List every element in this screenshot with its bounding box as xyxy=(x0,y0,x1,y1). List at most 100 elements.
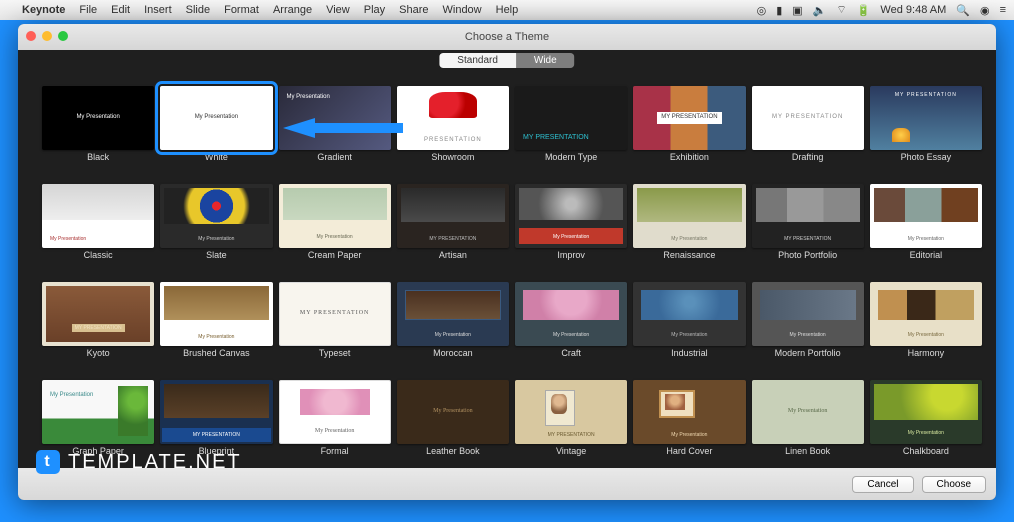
menu-window[interactable]: Window xyxy=(443,4,482,16)
theme-harmony[interactable]: My PresentationHarmony xyxy=(870,282,982,372)
theme-inner-title: My Presentation xyxy=(669,430,709,440)
theme-modern-portfolio[interactable]: My PresentationModern Portfolio xyxy=(752,282,864,372)
theme-thumbnail[interactable]: My Presentation xyxy=(870,380,982,444)
volume-icon[interactable]: 🔈 xyxy=(813,4,827,17)
theme-thumbnail[interactable]: MY PRESENTATION xyxy=(515,380,627,444)
battery-icon[interactable]: ▮ xyxy=(776,4,782,17)
theme-thumbnail[interactable]: My Presentation xyxy=(279,380,391,444)
theme-modern-type[interactable]: MY PRESENTATION Modern Type xyxy=(515,86,627,176)
theme-exhibition[interactable]: MY PRESENTATIONExhibition xyxy=(633,86,745,176)
theme-thumbnail[interactable]: MY PRESENTATION xyxy=(397,184,509,248)
theme-thumbnail[interactable]: MY PRESENTATION xyxy=(42,282,154,346)
menu-help[interactable]: Help xyxy=(496,4,519,16)
theme-thumbnail[interactable]: My Presentation xyxy=(42,184,154,248)
theme-thumbnail[interactable]: My Presentation xyxy=(160,282,272,346)
theme-black[interactable]: My PresentationBlack xyxy=(42,86,154,176)
theme-thumbnail[interactable]: My Presentation xyxy=(160,184,272,248)
theme-editorial[interactable]: My PresentationEditorial xyxy=(870,184,982,274)
menu-insert[interactable]: Insert xyxy=(144,4,172,16)
theme-typeset[interactable]: MY PRESENTATIONTypeset xyxy=(279,282,391,372)
theme-linen-book[interactable]: My PresentationLinen Book xyxy=(752,380,864,466)
theme-chalkboard[interactable]: My PresentationChalkboard xyxy=(870,380,982,466)
theme-inner-title: My Presentation xyxy=(906,428,946,438)
segment-standard[interactable]: Standard xyxy=(439,53,516,68)
theme-thumbnail[interactable]: My Presentation xyxy=(42,380,154,444)
theme-thumbnail[interactable]: My Presentation xyxy=(752,380,864,444)
spotlight-icon[interactable]: 🔍 xyxy=(956,4,970,17)
theme-leather-book[interactable]: My PresentationLeather Book xyxy=(397,380,509,466)
theme-vintage[interactable]: MY PRESENTATION Vintage xyxy=(515,380,627,466)
theme-craft[interactable]: My PresentationCraft xyxy=(515,282,627,372)
theme-name-label: Vintage xyxy=(556,446,586,456)
theme-artisan[interactable]: MY PRESENTATIONArtisan xyxy=(397,184,509,274)
theme-slate[interactable]: My Presentation Slate xyxy=(160,184,272,274)
theme-name-label: Slate xyxy=(206,250,227,260)
theme-thumbnail[interactable]: MY PRESENTATION xyxy=(752,86,864,150)
theme-thumbnail[interactable]: MY PRESENTATION xyxy=(870,86,982,150)
close-icon[interactable] xyxy=(26,31,36,41)
theme-inner-title: My Presentation xyxy=(48,390,95,401)
theme-photo-portfolio[interactable]: MY PRESENTATIONPhoto Portfolio xyxy=(752,184,864,274)
zoom-icon[interactable] xyxy=(58,31,68,41)
monitor-icon[interactable]: ▣ xyxy=(792,4,802,17)
theme-thumbnail[interactable]: My PresentationWhite xyxy=(160,86,272,150)
theme-thumbnail[interactable]: MY PRESENTATION xyxy=(633,86,745,150)
theme-thumbnail[interactable]: My Presentation xyxy=(633,380,745,444)
theme-moroccan[interactable]: My PresentationMoroccan xyxy=(397,282,509,372)
theme-kyoto[interactable]: MY PRESENTATIONKyoto xyxy=(42,282,154,372)
menu-edit[interactable]: Edit xyxy=(111,4,130,16)
theme-showroom[interactable]: PRESENTATIONShowroom xyxy=(397,86,509,176)
theme-hard-cover[interactable]: My PresentationHard Cover xyxy=(633,380,745,466)
theme-thumbnail[interactable]: My Presentation xyxy=(515,184,627,248)
theme-classic[interactable]: My PresentationClassic xyxy=(42,184,154,274)
theme-inner-title: My Presentation xyxy=(433,330,473,340)
theme-white[interactable]: My PresentationWhiteWhite xyxy=(160,86,272,176)
theme-thumbnail[interactable]: My Presentation xyxy=(42,86,154,150)
theme-renaissance[interactable]: My PresentationRenaissance xyxy=(633,184,745,274)
choose-button[interactable]: Choose xyxy=(922,476,986,493)
theme-brushed-canvas[interactable]: My PresentationBrushed Canvas xyxy=(160,282,272,372)
theme-thumbnail[interactable]: My Presentation xyxy=(279,184,391,248)
theme-thumbnail[interactable]: My Presentation xyxy=(515,282,627,346)
theme-photo-essay[interactable]: MY PRESENTATIONPhoto Essay xyxy=(870,86,982,176)
theme-drafting[interactable]: MY PRESENTATIONDrafting xyxy=(752,86,864,176)
menu-share[interactable]: Share xyxy=(399,4,428,16)
theme-inner-title: My Presentation xyxy=(193,112,240,123)
theme-inner-title: MY PRESENTATION xyxy=(72,324,125,332)
menu-file[interactable]: File xyxy=(79,4,97,16)
theme-thumbnail[interactable]: PRESENTATION xyxy=(397,86,509,150)
status-icon[interactable]: ◎ xyxy=(757,4,767,17)
clock[interactable]: Wed 9:48 AM xyxy=(880,4,946,16)
menu-arrange[interactable]: Arrange xyxy=(273,4,312,16)
theme-thumbnail[interactable]: MY PRESENTATION xyxy=(279,282,391,346)
aspect-segmented-control[interactable]: Standard Wide xyxy=(439,53,574,68)
wifi-icon[interactable]: ⌔ xyxy=(836,3,846,17)
segment-wide[interactable]: Wide xyxy=(516,53,575,68)
menu-view[interactable]: View xyxy=(326,4,350,16)
theme-improv[interactable]: My PresentationImprov xyxy=(515,184,627,274)
theme-industrial[interactable]: My PresentationIndustrial xyxy=(633,282,745,372)
notification-icon[interactable]: ≡ xyxy=(1000,4,1006,16)
minimize-icon[interactable] xyxy=(42,31,52,41)
theme-name-label: Modern Type xyxy=(545,152,597,162)
menu-app-name[interactable]: Keynote xyxy=(22,4,65,16)
theme-cream-paper[interactable]: My PresentationCream Paper xyxy=(279,184,391,274)
theme-thumbnail[interactable]: My Presentation xyxy=(870,282,982,346)
theme-thumbnail[interactable]: MY PRESENTATION xyxy=(160,380,272,444)
theme-thumbnail[interactable]: My Presentation xyxy=(752,282,864,346)
theme-thumbnail[interactable]: My Presentation xyxy=(633,282,745,346)
menu-slide[interactable]: Slide xyxy=(186,4,210,16)
theme-thumbnail[interactable]: My Presentation xyxy=(870,184,982,248)
battery-status-icon[interactable]: 🔋 xyxy=(857,4,871,17)
theme-thumbnail[interactable]: MY PRESENTATION xyxy=(752,184,864,248)
theme-thumbnail[interactable]: My Presentation xyxy=(397,282,509,346)
siri-icon[interactable]: ◉ xyxy=(980,4,990,17)
theme-thumbnail[interactable]: My Presentation xyxy=(397,380,509,444)
menu-play[interactable]: Play xyxy=(364,4,385,16)
theme-thumbnail[interactable]: MY PRESENTATION xyxy=(515,86,627,150)
theme-formal[interactable]: My PresentationFormal xyxy=(279,380,391,466)
theme-thumbnail[interactable]: My Presentation xyxy=(633,184,745,248)
theme-grid: My PresentationBlackMy PresentationWhite… xyxy=(18,80,996,466)
cancel-button[interactable]: Cancel xyxy=(852,476,913,493)
menu-format[interactable]: Format xyxy=(224,4,259,16)
